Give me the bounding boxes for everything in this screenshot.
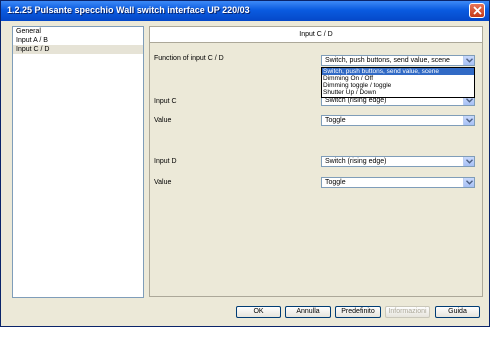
tree-item-input-c-d[interactable]: Input C / D: [13, 45, 143, 54]
tree-item-general[interactable]: General: [13, 27, 143, 36]
dropdown-option[interactable]: Shutter Up / Down: [322, 89, 474, 96]
close-button[interactable]: [469, 3, 485, 18]
dropdown-option[interactable]: Dimming On / Off: [322, 75, 474, 82]
function-select[interactable]: Switch, push buttons, send value, scene: [321, 55, 475, 66]
dialog-window: 1.2.25 Pulsante specchio Wall switch int…: [0, 0, 490, 327]
default-button[interactable]: Predefinito: [335, 306, 381, 318]
dropdown-option[interactable]: Switch, push buttons, send value, scene: [322, 68, 474, 75]
chevron-down-icon[interactable]: [463, 116, 474, 125]
window-title: 1.2.25 Pulsante specchio Wall switch int…: [7, 5, 250, 15]
help-button[interactable]: Guida: [435, 306, 480, 318]
input-d-select-value: Switch (rising edge): [325, 158, 387, 165]
function-dropdown-list: Switch, push buttons, send value, scene …: [321, 67, 475, 98]
function-select-value: Switch, push buttons, send value, scene: [325, 57, 450, 64]
close-icon: [472, 6, 482, 15]
value-d-label: Value: [154, 179, 172, 186]
function-label: Function of input C / D: [154, 55, 224, 62]
dropdown-option[interactable]: Dimming toggle / toggle: [322, 82, 474, 89]
value-c-label: Value: [154, 117, 172, 124]
info-button: Informazioni: [385, 306, 430, 318]
input-c-select-value: Switch (rising edge): [325, 97, 387, 104]
chevron-down-icon[interactable]: [463, 56, 474, 65]
value-d-select[interactable]: Toggle: [321, 177, 475, 188]
chevron-down-icon[interactable]: [463, 178, 474, 187]
parameter-tree: General Input A / B Input C / D: [12, 26, 144, 298]
input-d-select[interactable]: Switch (rising edge): [321, 156, 475, 167]
cancel-button[interactable]: Annulla: [285, 306, 331, 318]
tree-item-input-a-b[interactable]: Input A / B: [13, 36, 143, 45]
title-bar[interactable]: 1.2.25 Pulsante specchio Wall switch int…: [1, 1, 489, 21]
value-d-select-value: Toggle: [325, 179, 346, 186]
value-c-select-value: Toggle: [325, 117, 346, 124]
ok-button[interactable]: OK: [236, 306, 281, 318]
chevron-down-icon[interactable]: [463, 157, 474, 166]
input-c-label: Input C: [154, 98, 177, 105]
panel-header: Input C / D: [150, 27, 482, 43]
input-d-label: Input D: [154, 158, 177, 165]
value-c-select[interactable]: Toggle: [321, 115, 475, 126]
